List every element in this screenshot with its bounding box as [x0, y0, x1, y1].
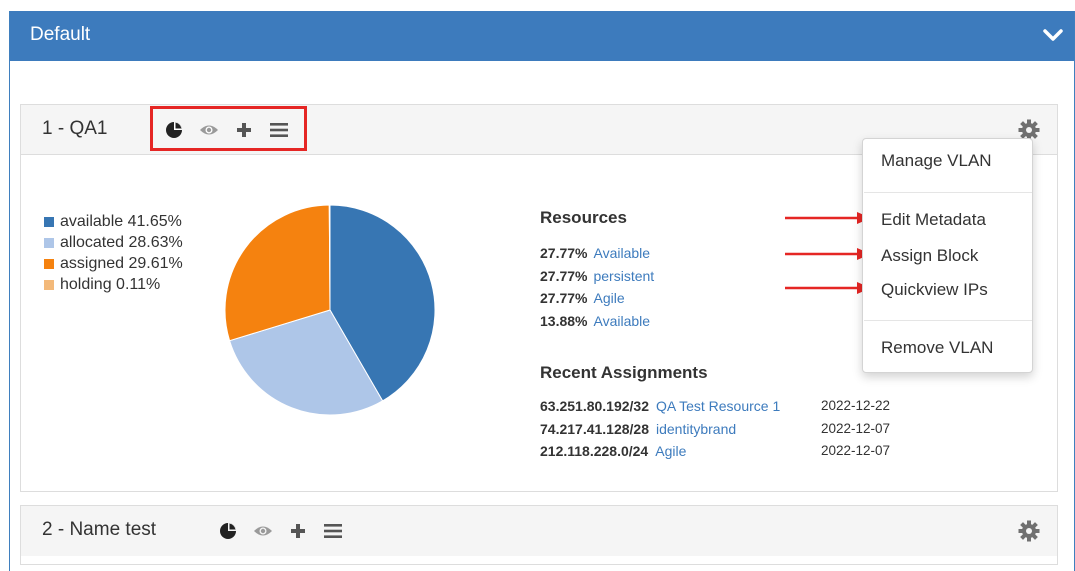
- resource-link[interactable]: Agile: [593, 290, 624, 306]
- assignment-date: 2022-12-07: [821, 420, 891, 436]
- resource-row: 27.77% Available: [540, 242, 654, 265]
- assignment-block: 212.118.228.0/24: [540, 443, 649, 459]
- legend-item: allocated 28.63%: [44, 232, 183, 253]
- menu-item-remove-vlan[interactable]: Remove VLAN: [881, 338, 993, 358]
- panel-header[interactable]: Default: [10, 11, 1074, 61]
- resource-link[interactable]: Available: [593, 313, 650, 329]
- assignment-row: 74.217.41.128/28 identitybrand 2022-12-07: [540, 418, 940, 441]
- legend-label: available 41.65%: [60, 213, 182, 230]
- vlan-card-header: 2 - Name test: [21, 506, 1057, 556]
- resource-percent: 27.77%: [540, 290, 588, 306]
- legend-item: holding 0.11%: [44, 274, 183, 295]
- resource-row: 13.88% Available: [540, 310, 654, 333]
- legend-swatch-available: [44, 216, 54, 227]
- vlan-name: 2 - Name test: [42, 519, 157, 540]
- resource-row: 27.77% Agile: [540, 287, 654, 310]
- menu-item-manage-vlan[interactable]: Manage VLAN: [881, 151, 992, 171]
- assignment-date: 2022-12-22: [821, 398, 891, 413]
- gear-icon[interactable]: [1018, 520, 1040, 542]
- legend-item: available 41.65%: [44, 211, 183, 232]
- red-arrow-icon: [785, 282, 871, 294]
- assignment-row: 63.251.80.192/32 QA Test Resource 1 2022-…: [540, 395, 940, 418]
- assignment-resource-link[interactable]: Agile: [655, 443, 686, 459]
- vlan-card: 2 - Name test: [20, 505, 1058, 565]
- eye-icon[interactable]: [252, 520, 274, 542]
- resource-link[interactable]: persistent: [593, 268, 654, 284]
- menu-item-quickview-ips[interactable]: Quickview IPs: [881, 280, 988, 300]
- assignment-block: 63.251.80.192/32: [540, 398, 649, 414]
- legend-label: assigned 29.61%: [60, 255, 183, 272]
- menu-item-assign-block[interactable]: Assign Block: [881, 246, 978, 266]
- resources-title: Resources: [540, 208, 627, 227]
- assignment-block: 74.217.41.128/28: [540, 420, 649, 437]
- usage-pie-chart: [224, 204, 436, 416]
- vlan-settings-menu: Manage VLAN Edit Metadata Assign Block Q…: [862, 138, 1033, 373]
- resource-link[interactable]: Available: [593, 245, 650, 261]
- pie-chart-icon[interactable]: [217, 520, 239, 542]
- assignment-resource-link[interactable]: QA Test Resource 1: [656, 398, 780, 414]
- legend-item: assigned 29.61%: [44, 253, 183, 274]
- assignment-resource-link[interactable]: identitybrand: [656, 421, 736, 437]
- resources-section: Resources 27.77% Available 27.77% persiste…: [540, 208, 654, 332]
- eye-icon[interactable]: [198, 119, 220, 141]
- recent-assignments-section: Recent Assignments 63.251.80.192/32 QA Te…: [540, 363, 940, 463]
- pie-chart-icon[interactable]: [163, 119, 185, 141]
- hamburger-menu-icon[interactable]: [268, 119, 290, 141]
- legend-label: allocated 28.63%: [60, 234, 183, 251]
- legend-label: holding 0.11%: [60, 276, 161, 293]
- legend-swatch-assigned: [44, 258, 54, 269]
- vlan-toolbar: [163, 117, 303, 143]
- vlan-toolbar: [217, 518, 357, 544]
- resource-percent: 13.88%: [540, 312, 588, 329]
- menu-divider: [864, 192, 1032, 193]
- red-arrow-icon: [785, 212, 871, 224]
- legend-swatch-holding: [44, 279, 54, 290]
- assignment-date: 2022-12-07: [821, 443, 891, 458]
- panel-title: Default: [30, 24, 91, 45]
- vlan-name: 1 - QA1: [42, 118, 108, 139]
- plus-icon[interactable]: [287, 520, 309, 542]
- hamburger-menu-icon[interactable]: [322, 520, 344, 542]
- assignment-row: 212.118.228.0/24 Agile 2022-12-07: [540, 440, 940, 463]
- resource-percent: 27.77%: [540, 245, 588, 261]
- resource-row: 27.77% persistent: [540, 265, 654, 288]
- legend-swatch-allocated: [44, 237, 54, 248]
- plus-icon[interactable]: [233, 119, 255, 141]
- chart-legend: available 41.65% allocated 28.63% assign…: [44, 211, 183, 295]
- red-arrow-icon: [785, 248, 871, 260]
- menu-item-edit-metadata[interactable]: Edit Metadata: [881, 210, 986, 230]
- chevron-down-icon[interactable]: [1042, 26, 1064, 44]
- resource-percent: 27.77%: [540, 267, 588, 284]
- menu-divider: [864, 320, 1032, 321]
